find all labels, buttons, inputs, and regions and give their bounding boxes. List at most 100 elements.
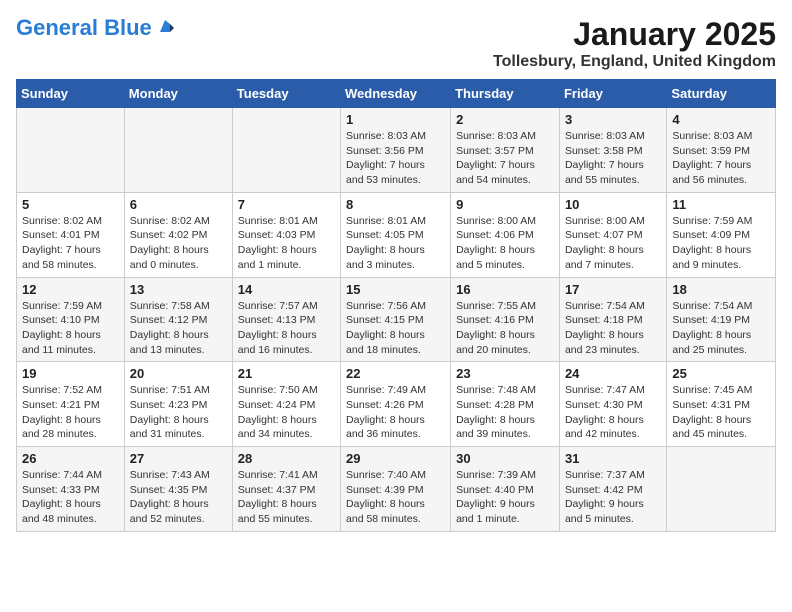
day-number: 26: [22, 451, 119, 466]
logo-icon: [156, 18, 174, 36]
day-info: Sunrise: 7:47 AM Sunset: 4:30 PM Dayligh…: [565, 383, 661, 442]
day-number: 4: [672, 112, 770, 127]
week-row-4: 19 Sunrise: 7:52 AM Sunset: 4:21 PM Dayli…: [17, 362, 776, 447]
day-number: 16: [456, 282, 554, 297]
calendar-cell: 11 Sunrise: 7:59 AM Sunset: 4:09 PM Dayli…: [667, 192, 776, 277]
day-info: Sunrise: 7:43 AM Sunset: 4:35 PM Dayligh…: [130, 468, 227, 527]
day-info: Sunrise: 7:58 AM Sunset: 4:12 PM Dayligh…: [130, 299, 227, 358]
title-block: January 2025 Tollesbury, England, United…: [493, 16, 776, 71]
column-header-sunday: Sunday: [17, 80, 125, 108]
calendar-cell: 1Sunrise: 8:03 AM Sunset: 3:56 PM Daylig…: [341, 108, 451, 193]
day-info: Sunrise: 8:02 AM Sunset: 4:02 PM Dayligh…: [130, 214, 227, 273]
logo-text: General Blue: [16, 16, 152, 40]
day-info: Sunrise: 7:51 AM Sunset: 4:23 PM Dayligh…: [130, 383, 227, 442]
calendar-cell: 2 Sunrise: 8:03 AM Sunset: 3:57 PM Daylig…: [451, 108, 560, 193]
calendar-cell: 27 Sunrise: 7:43 AM Sunset: 4:35 PM Dayli…: [124, 447, 232, 532]
day-info: Sunrise: 7:44 AM Sunset: 4:33 PM Dayligh…: [22, 468, 119, 527]
day-info: Sunrise: 7:48 AM Sunset: 4:28 PM Dayligh…: [456, 383, 554, 442]
logo: General Blue: [16, 16, 174, 41]
day-number: 12: [22, 282, 119, 297]
calendar-cell: 19 Sunrise: 7:52 AM Sunset: 4:21 PM Dayli…: [17, 362, 125, 447]
day-info: Sunrise: 7:54 AM Sunset: 4:18 PM Dayligh…: [565, 299, 661, 358]
column-header-wednesday: Wednesday: [341, 80, 451, 108]
calendar-cell: 25Sunrise: 7:45 AM Sunset: 4:31 PM Dayli…: [667, 362, 776, 447]
day-number: 14: [238, 282, 335, 297]
calendar-cell: [232, 108, 340, 193]
day-number: 2: [456, 112, 554, 127]
day-info: Sunrise: 7:52 AM Sunset: 4:21 PM Dayligh…: [22, 383, 119, 442]
day-number: 1: [346, 112, 445, 127]
day-number: 9: [456, 197, 554, 212]
day-info: Sunrise: 8:00 AM Sunset: 4:07 PM Dayligh…: [565, 214, 661, 273]
day-number: 8: [346, 197, 445, 212]
calendar-cell: 20Sunrise: 7:51 AM Sunset: 4:23 PM Dayli…: [124, 362, 232, 447]
day-number: 27: [130, 451, 227, 466]
day-info: Sunrise: 8:01 AM Sunset: 4:05 PM Dayligh…: [346, 214, 445, 273]
day-info: Sunrise: 7:59 AM Sunset: 4:09 PM Dayligh…: [672, 214, 770, 273]
day-info: Sunrise: 7:37 AM Sunset: 4:42 PM Dayligh…: [565, 468, 661, 527]
day-number: 30: [456, 451, 554, 466]
calendar-cell: 15 Sunrise: 7:56 AM Sunset: 4:15 PM Dayli…: [341, 277, 451, 362]
calendar-cell: 10 Sunrise: 8:00 AM Sunset: 4:07 PM Dayli…: [559, 192, 666, 277]
header-row: SundayMondayTuesdayWednesdayThursdayFrid…: [17, 80, 776, 108]
calendar-cell: [124, 108, 232, 193]
day-info: Sunrise: 7:59 AM Sunset: 4:10 PM Dayligh…: [22, 299, 119, 358]
calendar-cell: 9Sunrise: 8:00 AM Sunset: 4:06 PM Daylig…: [451, 192, 560, 277]
calendar-cell: 17 Sunrise: 7:54 AM Sunset: 4:18 PM Dayli…: [559, 277, 666, 362]
day-number: 17: [565, 282, 661, 297]
day-info: Sunrise: 7:49 AM Sunset: 4:26 PM Dayligh…: [346, 383, 445, 442]
logo-blue: Blue: [104, 15, 152, 40]
calendar-cell: 13 Sunrise: 7:58 AM Sunset: 4:12 PM Dayli…: [124, 277, 232, 362]
week-row-2: 5Sunrise: 8:02 AM Sunset: 4:01 PM Daylig…: [17, 192, 776, 277]
calendar-cell: 6Sunrise: 8:02 AM Sunset: 4:02 PM Daylig…: [124, 192, 232, 277]
day-number: 18: [672, 282, 770, 297]
calendar-cell: 14 Sunrise: 7:57 AM Sunset: 4:13 PM Dayli…: [232, 277, 340, 362]
calendar-cell: 3 Sunrise: 8:03 AM Sunset: 3:58 PM Daylig…: [559, 108, 666, 193]
day-info: Sunrise: 7:54 AM Sunset: 4:19 PM Dayligh…: [672, 299, 770, 358]
column-header-thursday: Thursday: [451, 80, 560, 108]
day-number: 3: [565, 112, 661, 127]
day-info: Sunrise: 7:57 AM Sunset: 4:13 PM Dayligh…: [238, 299, 335, 358]
calendar-cell: 29 Sunrise: 7:40 AM Sunset: 4:39 PM Dayli…: [341, 447, 451, 532]
calendar-cell: [17, 108, 125, 193]
calendar-cell: 18 Sunrise: 7:54 AM Sunset: 4:19 PM Dayli…: [667, 277, 776, 362]
day-info: Sunrise: 8:01 AM Sunset: 4:03 PM Dayligh…: [238, 214, 335, 273]
calendar-cell: 30 Sunrise: 7:39 AM Sunset: 4:40 PM Dayli…: [451, 447, 560, 532]
calendar-cell: [667, 447, 776, 532]
page-header: General Blue January 2025 Tollesbury, En…: [16, 16, 776, 71]
month-title: January 2025: [493, 16, 776, 53]
day-info: Sunrise: 7:56 AM Sunset: 4:15 PM Dayligh…: [346, 299, 445, 358]
calendar-cell: 5Sunrise: 8:02 AM Sunset: 4:01 PM Daylig…: [17, 192, 125, 277]
day-number: 29: [346, 451, 445, 466]
day-number: 31: [565, 451, 661, 466]
day-info: Sunrise: 7:40 AM Sunset: 4:39 PM Dayligh…: [346, 468, 445, 527]
day-info: Sunrise: 8:03 AM Sunset: 3:57 PM Dayligh…: [456, 129, 554, 188]
day-number: 15: [346, 282, 445, 297]
day-info: Sunrise: 8:03 AM Sunset: 3:59 PM Dayligh…: [672, 129, 770, 188]
calendar-cell: 4 Sunrise: 8:03 AM Sunset: 3:59 PM Daylig…: [667, 108, 776, 193]
day-number: 5: [22, 197, 119, 212]
column-header-friday: Friday: [559, 80, 666, 108]
calendar-table: SundayMondayTuesdayWednesdayThursdayFrid…: [16, 79, 776, 532]
column-header-tuesday: Tuesday: [232, 80, 340, 108]
calendar-cell: 8 Sunrise: 8:01 AM Sunset: 4:05 PM Daylig…: [341, 192, 451, 277]
week-row-5: 26 Sunrise: 7:44 AM Sunset: 4:33 PM Dayli…: [17, 447, 776, 532]
day-number: 19: [22, 366, 119, 381]
calendar-cell: 31 Sunrise: 7:37 AM Sunset: 4:42 PM Dayli…: [559, 447, 666, 532]
calendar-cell: 7Sunrise: 8:01 AM Sunset: 4:03 PM Daylig…: [232, 192, 340, 277]
calendar-cell: 28Sunrise: 7:41 AM Sunset: 4:37 PM Dayli…: [232, 447, 340, 532]
day-info: Sunrise: 7:41 AM Sunset: 4:37 PM Dayligh…: [238, 468, 335, 527]
week-row-1: 1Sunrise: 8:03 AM Sunset: 3:56 PM Daylig…: [17, 108, 776, 193]
day-number: 24: [565, 366, 661, 381]
day-number: 25: [672, 366, 770, 381]
calendar-cell: 24 Sunrise: 7:47 AM Sunset: 4:30 PM Dayli…: [559, 362, 666, 447]
day-info: Sunrise: 8:03 AM Sunset: 3:58 PM Dayligh…: [565, 129, 661, 188]
day-info: Sunrise: 7:39 AM Sunset: 4:40 PM Dayligh…: [456, 468, 554, 527]
day-number: 10: [565, 197, 661, 212]
day-number: 22: [346, 366, 445, 381]
calendar-cell: 26 Sunrise: 7:44 AM Sunset: 4:33 PM Dayli…: [17, 447, 125, 532]
calendar-cell: 16Sunrise: 7:55 AM Sunset: 4:16 PM Dayli…: [451, 277, 560, 362]
day-number: 11: [672, 197, 770, 212]
column-header-saturday: Saturday: [667, 80, 776, 108]
day-number: 13: [130, 282, 227, 297]
